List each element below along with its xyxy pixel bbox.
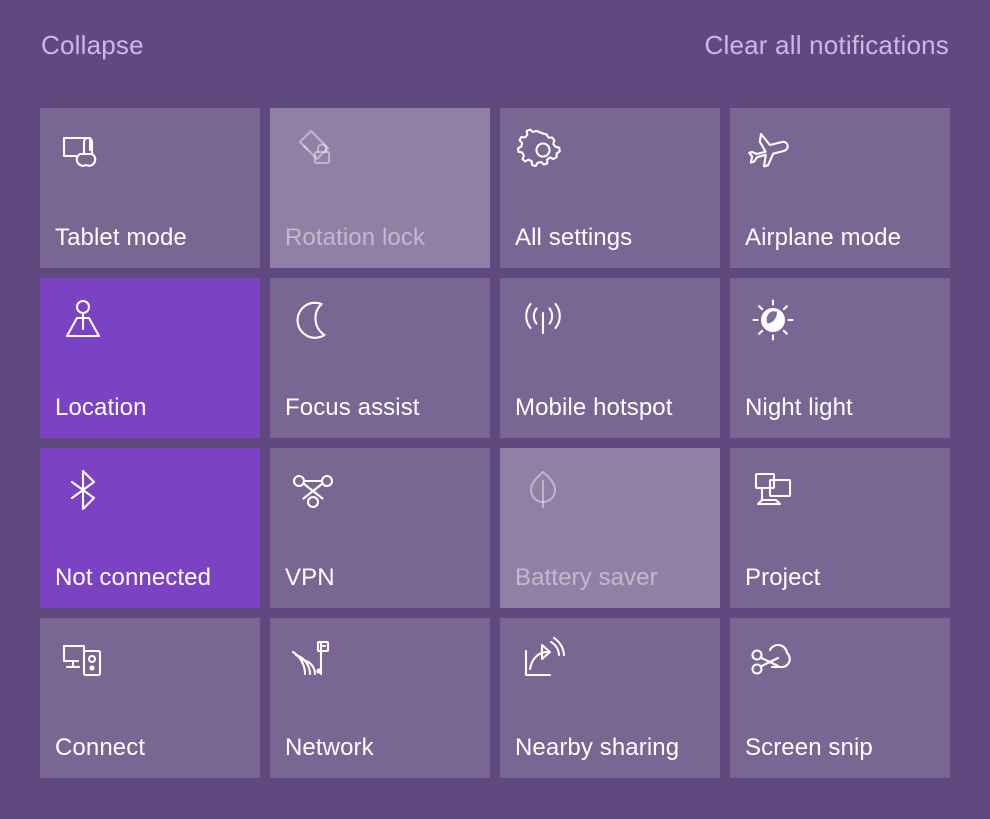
quick-action-tile-all-settings[interactable]: All settings [500,108,720,268]
quick-action-tile-night-light[interactable]: Night light [730,278,950,438]
quick-action-tile-network[interactable]: Network [270,618,490,778]
quick-action-label: Airplane mode [745,223,902,251]
clear-all-notifications-link[interactable]: Clear all notifications [705,32,950,58]
quick-action-tile-rotation-lock: Rotation lock [270,108,490,268]
night-light-icon [748,295,800,347]
quick-action-label: Mobile hotspot [515,393,673,421]
project-icon [748,465,800,517]
quick-action-label: Location [55,393,147,421]
quick-action-label: All settings [515,223,633,251]
quick-action-label: VPN [285,563,335,591]
quick-action-tile-screen-snip[interactable]: Screen snip [730,618,950,778]
quick-action-tile-focus-assist[interactable]: Focus assist [270,278,490,438]
nearby-sharing-icon [518,635,570,687]
gear-icon [517,125,570,177]
quick-action-tile-not-connected[interactable]: Not connected [40,448,260,608]
tablet-mode-icon [58,125,110,177]
quick-actions-grid: Tablet mode Rotation lock All settings A… [40,108,950,778]
quick-action-tile-battery-saver: Battery saver [500,448,720,608]
quick-action-label: Not connected [55,563,212,591]
quick-action-label: Project [745,563,821,591]
hotspot-icon [518,295,570,347]
quick-action-tile-airplane-mode[interactable]: Airplane mode [730,108,950,268]
screen-snip-icon [748,635,800,687]
quick-action-label: Screen snip [745,733,873,761]
quick-action-label: Tablet mode [55,223,187,251]
collapse-link[interactable]: Collapse [41,32,144,58]
quick-action-tile-tablet-mode[interactable]: Tablet mode [40,108,260,268]
quick-action-tile-location[interactable]: Location [40,278,260,438]
vpn-icon [288,465,340,517]
quick-action-tile-connect[interactable]: Connect [40,618,260,778]
action-center-quick-actions: Collapse Clear all notifications Tablet … [0,0,990,819]
quick-action-tile-project[interactable]: Project [730,448,950,608]
leaf-icon [518,465,570,517]
quick-action-label: Focus assist [285,393,420,421]
quick-action-label: Connect [55,733,146,761]
quick-action-label: Nearby sharing [515,733,680,761]
location-icon [58,295,110,347]
rotation-lock-icon [288,125,340,177]
quick-action-label: Network [285,733,374,761]
connect-icon [58,635,110,687]
quick-action-tile-mobile-hotspot[interactable]: Mobile hotspot [500,278,720,438]
bluetooth-icon [58,465,110,517]
quick-action-tile-nearby-sharing[interactable]: Nearby sharing [500,618,720,778]
quick-actions-header: Collapse Clear all notifications [0,0,990,92]
quick-action-label: Battery saver [515,563,658,591]
quick-action-label: Rotation lock [285,223,426,251]
quick-action-label: Night light [745,393,853,421]
quick-action-tile-vpn[interactable]: VPN [270,448,490,608]
airplane-icon [748,125,800,177]
network-icon [288,635,340,687]
moon-icon [288,295,340,347]
